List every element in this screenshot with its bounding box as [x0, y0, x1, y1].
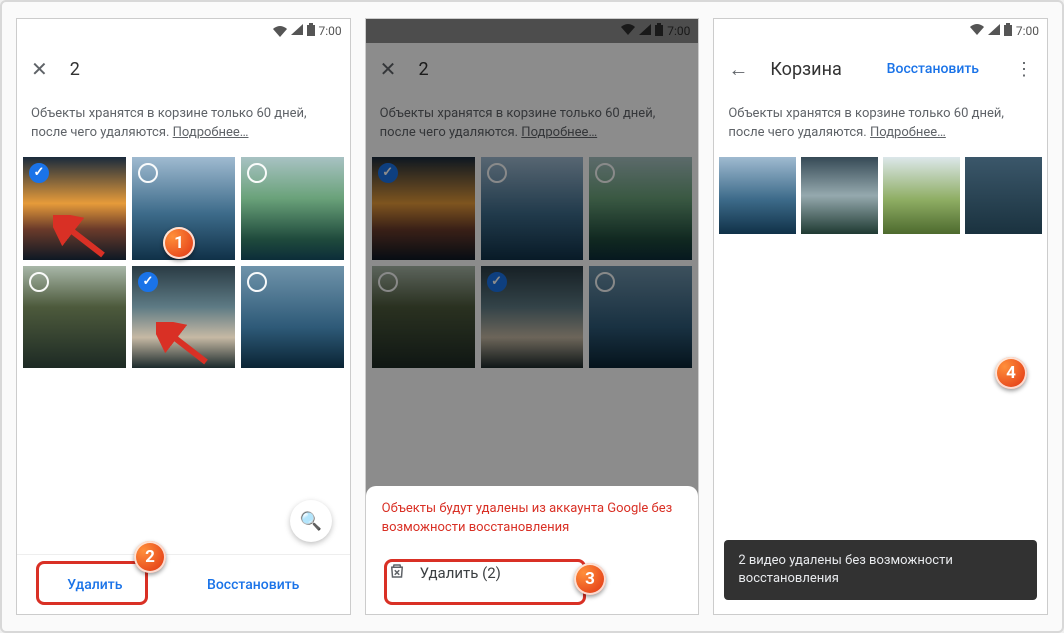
tutorial-marker-4: 4 — [995, 357, 1027, 389]
photo-thumb[interactable] — [965, 157, 1042, 234]
info-banner: Объекты хранятся в корзине только 60 дне… — [17, 95, 350, 157]
thumbnail-image — [965, 157, 1042, 234]
close-icon[interactable]: ✕ — [31, 57, 48, 81]
tutorial-highlight-delete — [36, 561, 148, 605]
thumbnail-image — [801, 157, 878, 234]
checkbox-unchecked-icon[interactable] — [29, 272, 49, 292]
checkbox-unchecked-icon[interactable] — [247, 272, 267, 292]
snackbar: 2 видео удалены без возможности восстано… — [724, 540, 1037, 600]
tutorial-marker-1: 1 — [163, 227, 195, 259]
checkbox-checked-icon[interactable] — [29, 163, 49, 183]
thumbnail-image — [719, 157, 796, 234]
snackbar-text: 2 видео удалены без возможности восстано… — [738, 553, 953, 586]
zoom-fab[interactable]: 🔍 — [290, 500, 332, 542]
status-time: 7:00 — [319, 24, 342, 38]
page-title: Корзина — [770, 59, 841, 80]
learn-more-link[interactable]: Подробнее… — [870, 125, 946, 140]
trash-appbar: ← Корзина Восстановить ⋮ — [714, 43, 1047, 95]
restore-button[interactable]: Восстановить — [189, 569, 317, 601]
photo-thumb[interactable] — [241, 266, 344, 369]
screen-confirm-delete: 7:00 ✕ 2 Объекты хранятся в корзине толь… — [365, 18, 700, 615]
photo-thumb[interactable] — [883, 157, 960, 234]
info-text: Объекты хранятся в корзине только 60 дне… — [728, 106, 1004, 140]
wifi-icon — [273, 26, 287, 37]
screen-trash-after: 7:00 ← Корзина Восстановить ⋮ Объекты хр… — [713, 18, 1048, 615]
checkbox-unchecked-icon[interactable] — [138, 163, 158, 183]
checkbox-checked-icon[interactable] — [138, 272, 158, 292]
photo-thumb[interactable] — [801, 157, 878, 234]
learn-more-link[interactable]: Подробнее… — [173, 125, 249, 140]
zoom-icon: 🔍 — [299, 511, 321, 532]
status-bar: 7:00 — [714, 19, 1047, 43]
screen-select-items: 7:00 ✕ 2 Объекты хранятся в корзине толь… — [16, 18, 351, 615]
checkbox-unchecked-icon[interactable] — [247, 163, 267, 183]
selection-count: 2 — [70, 59, 80, 80]
tutorial-arrow — [156, 322, 210, 366]
photo-grid — [714, 157, 1047, 234]
wifi-icon — [970, 24, 984, 38]
thumbnail-image — [883, 157, 960, 234]
photo-thumb[interactable] — [241, 157, 344, 260]
selection-appbar: ✕ 2 — [17, 43, 350, 95]
signal-icon — [291, 24, 303, 38]
info-banner: Объекты хранятся в корзине только 60 дне… — [714, 95, 1047, 157]
battery-icon — [307, 23, 315, 39]
photo-thumb[interactable] — [719, 157, 796, 234]
back-icon[interactable]: ← — [728, 57, 748, 82]
tutorial-canvas: 7:00 ✕ 2 Объекты хранятся в корзине толь… — [0, 0, 1064, 633]
delete-warning-text: Объекты будут удалены из аккаунта Google… — [382, 500, 683, 538]
restore-all-button[interactable]: Восстановить — [887, 61, 979, 77]
status-time: 7:00 — [1016, 24, 1039, 38]
battery-icon — [1004, 23, 1012, 39]
tutorial-marker-2: 2 — [134, 541, 166, 573]
more-icon[interactable]: ⋮ — [1015, 59, 1033, 80]
signal-icon — [988, 24, 1000, 38]
tutorial-marker-3: 3 — [574, 563, 606, 595]
status-bar: 7:00 — [17, 19, 350, 43]
tutorial-arrow — [53, 215, 107, 259]
info-text: Объекты хранятся в корзине только 60 дне… — [31, 106, 307, 140]
tutorial-highlight-confirm — [384, 559, 586, 605]
photo-thumb[interactable] — [23, 266, 126, 369]
